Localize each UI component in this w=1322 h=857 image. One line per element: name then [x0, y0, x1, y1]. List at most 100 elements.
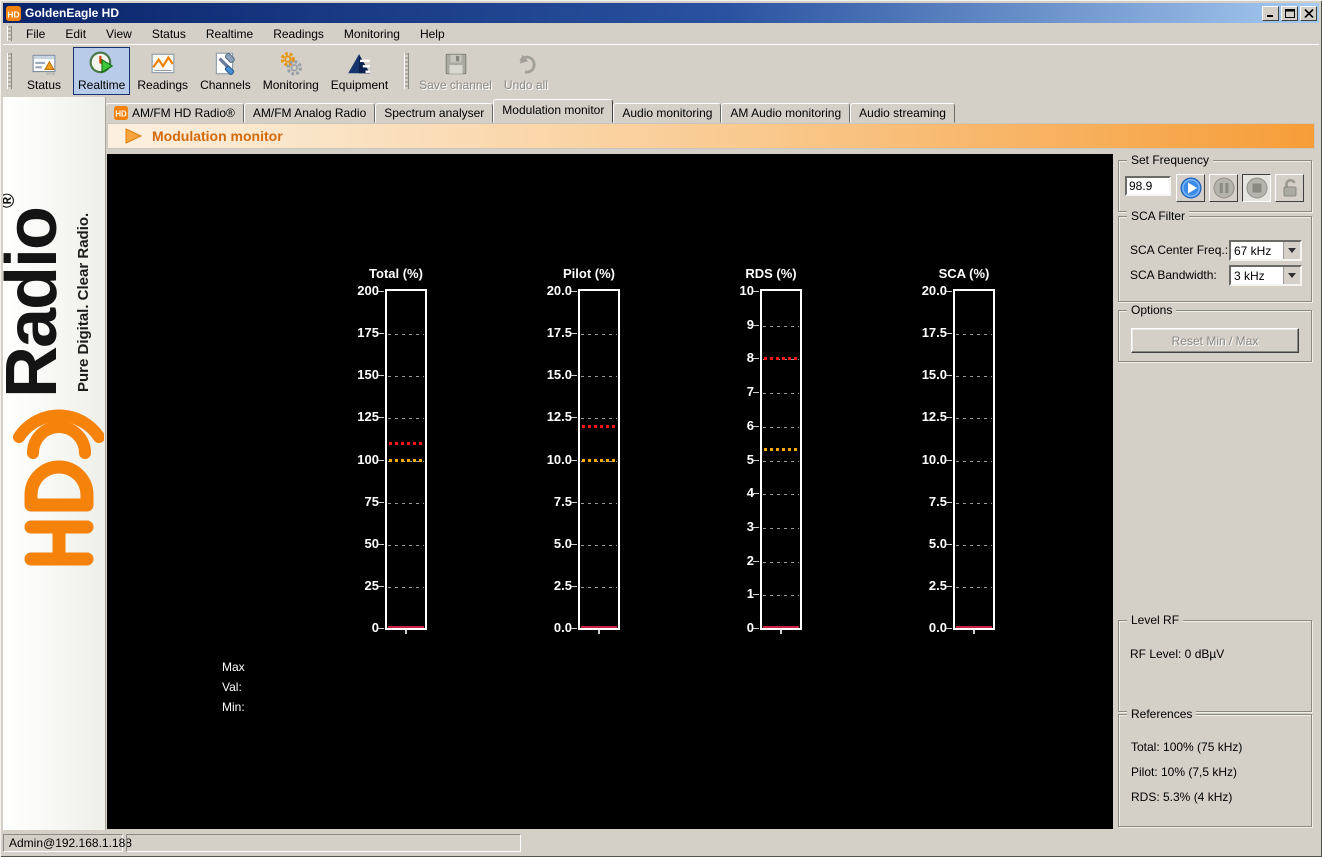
- meter-title: Pilot (%): [563, 266, 615, 281]
- pause-button[interactable]: [1209, 174, 1238, 202]
- section-header: Modulation monitor: [107, 123, 1315, 149]
- value-bar: [763, 626, 799, 628]
- frequency-input[interactable]: [1125, 176, 1171, 196]
- svg-text:HD: HD: [115, 109, 127, 118]
- toolbar-equipment-label: Equipment: [330, 78, 389, 92]
- toolbar-undo-all-label: Undo all: [503, 78, 548, 92]
- tab-label: Spectrum analyser: [384, 105, 485, 120]
- minimize-button[interactable]: [1262, 5, 1279, 21]
- tick-mark: [946, 333, 952, 335]
- menu-edit[interactable]: Edit: [55, 25, 96, 43]
- sca-filter-group: SCA Filter SCA Center Freq.: 67 kHz SCA …: [1118, 209, 1312, 302]
- tick-mark: [571, 628, 577, 629]
- value-bar: [581, 626, 617, 628]
- menu-realtime[interactable]: Realtime: [196, 25, 263, 43]
- status-icon: [31, 51, 57, 77]
- tab-am-audio-monitoring[interactable]: AM Audio monitoring: [721, 103, 851, 123]
- options-group: Options Reset Min / Max: [1118, 303, 1312, 362]
- tick-label: 17.5: [921, 325, 947, 341]
- tick-mark: [571, 333, 577, 335]
- stop-button[interactable]: [1242, 174, 1271, 202]
- tick-mark: [571, 417, 577, 419]
- tick-mark: [378, 375, 384, 377]
- tick-label: 7.5: [553, 493, 572, 509]
- tick-label: 10.0: [546, 451, 572, 467]
- gridline: [956, 376, 992, 377]
- chevron-down-icon[interactable]: [1283, 267, 1300, 284]
- realtime-icon: [89, 51, 115, 77]
- menu-file[interactable]: File: [16, 25, 55, 43]
- tab-spectrum-analyser[interactable]: Spectrum analyser: [375, 103, 494, 123]
- toolbar-realtime-button[interactable]: Realtime: [73, 47, 131, 95]
- red-threshold-line: [764, 357, 798, 360]
- play-button[interactable]: [1176, 174, 1205, 202]
- unlock-icon: [1283, 178, 1296, 197]
- set-frequency-group-label: Set Frequency: [1127, 153, 1214, 167]
- lock-button[interactable]: [1275, 174, 1304, 202]
- toolbar-grip-handle[interactable]: [7, 52, 12, 90]
- reset-min-max-button[interactable]: Reset Min / Max: [1131, 328, 1299, 353]
- chevron-down-icon[interactable]: [1283, 242, 1300, 259]
- arrow-right-icon: [124, 128, 144, 144]
- tick-mark: [946, 585, 952, 587]
- menu-monitoring[interactable]: Monitoring: [334, 25, 410, 43]
- window-title: GoldenEagle HD: [25, 6, 120, 20]
- tick-mark: [571, 375, 577, 377]
- tab-am-fm-hd-radio[interactable]: HD AM/FM HD Radio®: [105, 103, 244, 123]
- gridline: [956, 587, 992, 588]
- toolbar-actions: Save channel Undo all: [413, 47, 554, 95]
- equipment-icon: [346, 51, 372, 77]
- gridline: [388, 503, 424, 504]
- toolbar-equipment-button[interactable]: Equipment: [326, 47, 393, 95]
- meter-panel: Total (%) 200 175 150 125 100 75 50 25 0 Pilot (%)…: [107, 154, 1113, 829]
- rf-level-value: RF Level: 0 dBµV: [1130, 647, 1225, 661]
- menu-view[interactable]: View: [96, 25, 142, 43]
- monitoring-icon: [278, 51, 304, 77]
- tab-am-fm-analog-radio[interactable]: AM/FM Analog Radio: [243, 103, 376, 123]
- orange-threshold-line: [582, 459, 616, 462]
- menu-readings[interactable]: Readings: [263, 25, 334, 43]
- tick-label: 7.5: [928, 493, 947, 509]
- tick-label: 8: [746, 350, 754, 366]
- menu-bar: File Edit View Status Realtime Readings Monito…: [3, 23, 1319, 44]
- legend-min-label: Min:: [222, 700, 245, 714]
- close-button[interactable]: [1300, 5, 1317, 21]
- gridline: [956, 461, 992, 462]
- play-icon: [1180, 177, 1201, 199]
- toolbar-status-button[interactable]: Status: [17, 47, 71, 95]
- toolbar-grip-handle-2[interactable]: [404, 52, 410, 90]
- gridline: [956, 503, 992, 504]
- status-message: [126, 834, 521, 852]
- toolbar-save-channel-button[interactable]: Save channel: [414, 47, 497, 95]
- maximize-button[interactable]: [1281, 5, 1298, 21]
- tick-mark: [571, 585, 577, 587]
- tab-audio-streaming[interactable]: Audio streaming: [850, 103, 955, 123]
- toolbar-channels-button[interactable]: Channels: [195, 47, 256, 95]
- gridline: [763, 427, 799, 428]
- gridline: [388, 587, 424, 588]
- sca-bandwidth-select[interactable]: 3 kHz: [1229, 265, 1302, 286]
- menu-grip-handle[interactable]: [7, 26, 12, 41]
- gridline: [388, 545, 424, 546]
- menu-status[interactable]: Status: [142, 25, 196, 43]
- gridline: [956, 418, 992, 419]
- toolbar-monitoring-button[interactable]: Monitoring: [258, 47, 324, 95]
- tab-audio-monitoring[interactable]: Audio monitoring: [613, 103, 722, 123]
- tab-label: Audio monitoring: [622, 105, 713, 120]
- app-hd-icon: HD: [6, 5, 21, 21]
- tick-mark: [946, 459, 952, 461]
- tab-modulation-monitor[interactable]: Modulation monitor: [493, 99, 614, 123]
- toolbar-readings-button[interactable]: Readings: [132, 47, 193, 95]
- toolbar-undo-all-button[interactable]: Undo all: [499, 47, 553, 95]
- meter-pilot: Pilot (%) 20.0 17.5 15.0 12.5 10.0 7.5 5.0 2.5 0.…: [526, 266, 628, 646]
- tick-label: 20.0: [546, 283, 572, 298]
- reference-line: Pilot: 10% (7,5 kHz): [1131, 765, 1238, 779]
- tick-label: 2.5: [553, 577, 572, 593]
- menu-items: File Edit View Status Realtime Readings Monito…: [16, 25, 455, 43]
- menu-help[interactable]: Help: [410, 25, 455, 43]
- gridline: [763, 494, 799, 495]
- registered-mark: ®: [3, 193, 19, 208]
- tick-mark: [753, 560, 759, 562]
- sca-center-freq-select[interactable]: 67 kHz: [1229, 240, 1302, 261]
- toolbar-status-label: Status: [26, 78, 62, 92]
